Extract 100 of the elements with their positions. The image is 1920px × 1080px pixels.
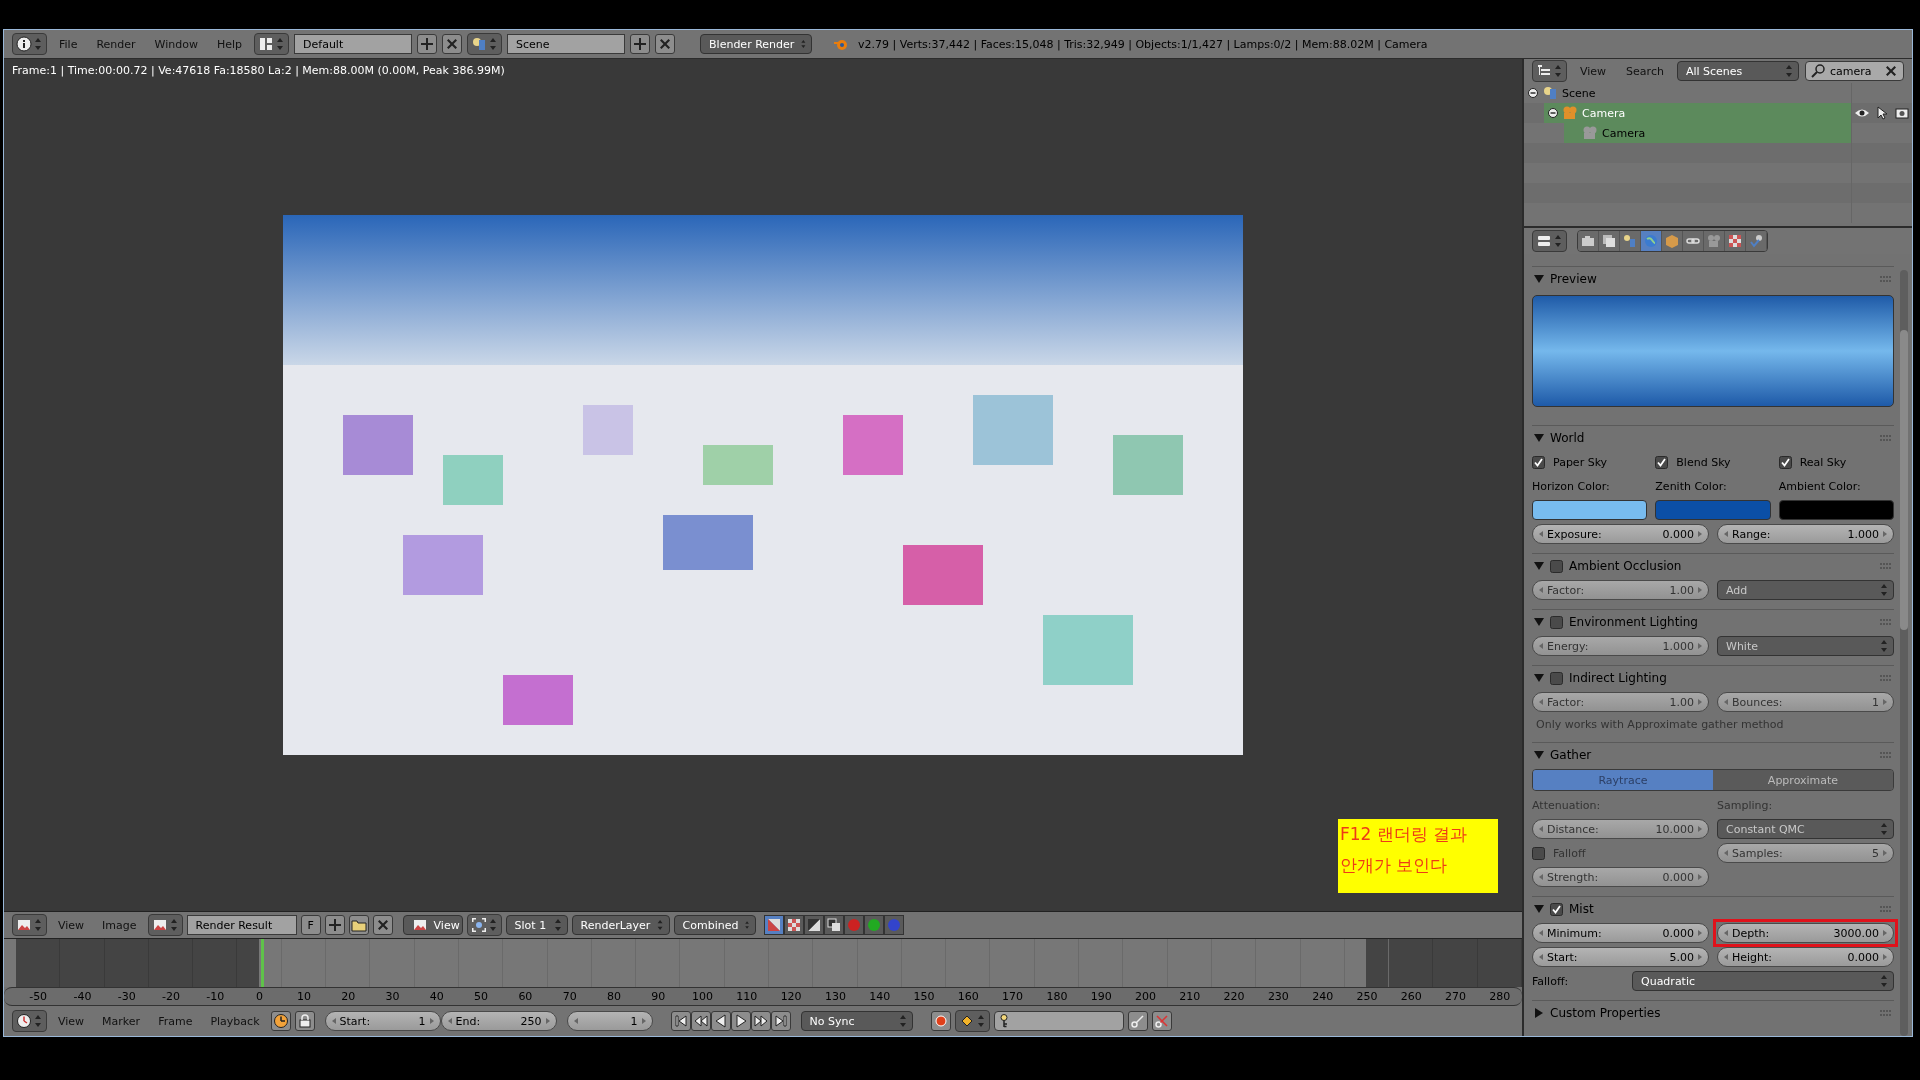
keying-set-field[interactable] [993,1011,1124,1031]
dropdown[interactable]: Constant QMC [1717,819,1894,839]
scrollbar-thumb[interactable] [1900,330,1908,630]
display-mode-button[interactable] [823,915,844,935]
checked-checkbox-icon[interactable] [1550,902,1563,916]
playback-button[interactable] [750,1011,771,1031]
menu-item[interactable]: Help [209,37,250,51]
number-field[interactable]: Start: 5.00 [1532,947,1709,967]
number-field[interactable]: Range: 1.000 [1717,524,1894,544]
properties-tab[interactable] [1662,231,1683,251]
tree-item[interactable]: Camera [1564,123,1851,143]
view-dropdown[interactable]: View [402,915,463,935]
editor-type-button[interactable] [147,914,183,936]
number-field[interactable]: Minimum: 0.000 [1532,923,1709,943]
open-image-button[interactable] [348,915,369,935]
number-field[interactable]: Energy: 1.000 [1532,636,1709,656]
disclosure-triangle-icon[interactable] [1534,617,1544,627]
number-field[interactable]: Exposure: 0.000 [1532,524,1709,544]
slot-dropdown[interactable]: Slot 1 [505,915,568,935]
display-mode-button[interactable] [763,915,784,935]
disclosure-triangle-icon[interactable] [1534,433,1544,443]
collapse-icon[interactable] [1528,88,1538,98]
properties-tab[interactable] [1746,231,1767,251]
playback-button[interactable] [690,1011,711,1031]
display-mode-button[interactable] [803,915,824,935]
properties-tab[interactable] [1620,231,1641,251]
properties-tab[interactable] [1641,231,1662,251]
playback-button[interactable] [670,1011,691,1031]
fake-user-button[interactable]: F [300,915,321,935]
disclosure-triangle-icon[interactable] [1534,561,1544,571]
color-swatch[interactable] [1778,500,1894,520]
editor-type-button[interactable] [1532,230,1567,252]
color-swatch[interactable] [1655,500,1771,520]
editor-type-button[interactable] [466,914,502,936]
menu-item[interactable]: File [52,37,85,51]
dropdown[interactable]: White [1717,636,1894,656]
number-field[interactable]: Height: 0.000 [1717,947,1894,967]
insert-key-button[interactable] [1127,1011,1148,1031]
menu-item[interactable]: Window [147,37,205,51]
preview-range-button[interactable] [270,1011,291,1031]
render-engine-dropdown[interactable]: Blender Render [700,34,813,54]
dropdown[interactable]: Add [1717,580,1894,600]
editor-type-button[interactable] [12,33,47,55]
properties-tab[interactable] [1725,231,1746,251]
collapse-icon[interactable] [1548,108,1558,118]
display-mode-dropdown[interactable]: All Scenes [1676,61,1799,81]
add-button[interactable] [417,34,438,54]
render-layer-dropdown[interactable]: RenderLayer [571,915,670,935]
layout-field[interactable]: Default [294,34,413,54]
new-image-button[interactable] [324,915,345,935]
delete-key-button[interactable] [1151,1011,1172,1031]
menu-item[interactable]: Frame [151,1014,200,1028]
toggle-option[interactable]: Approximate [1713,770,1893,790]
playback-button[interactable] [730,1011,751,1031]
number-field[interactable]: Distance: 10.000 [1532,819,1709,839]
checked-checkbox-icon[interactable] [1655,455,1669,469]
number-field[interactable]: Start: 1 [324,1011,441,1031]
timeline-track[interactable] [4,938,1522,987]
number-field[interactable]: End: 250 [440,1011,557,1031]
lock-button[interactable] [294,1011,315,1031]
editor-type-button[interactable] [1532,60,1567,82]
properties-tab[interactable] [1704,231,1725,251]
disclosure-triangle-icon[interactable] [1534,673,1544,683]
add-button[interactable] [630,34,651,54]
checkbox-icon[interactable] [1532,846,1545,860]
dropdown[interactable]: Quadratic [1632,971,1894,991]
tree-item[interactable]: Camera [1544,103,1851,123]
menu-item[interactable]: View [51,1014,92,1028]
menu-item[interactable]: View [1573,64,1614,78]
number-field[interactable]: Samples: 5 [1717,843,1894,863]
checked-checkbox-icon[interactable] [1532,455,1545,469]
tree-item[interactable]: Scene [1524,83,1851,103]
playback-button[interactable] [770,1011,791,1031]
menu-item[interactable]: Image [95,918,144,932]
delete-button[interactable] [655,34,676,54]
number-field[interactable]: Factor: 1.00 [1532,580,1709,600]
record-button[interactable] [930,1011,951,1031]
keying-set-button[interactable] [954,1010,990,1032]
editor-type-button[interactable] [467,33,503,55]
properties-tab[interactable] [1599,231,1620,251]
editor-type-button[interactable] [12,914,47,936]
disclosure-triangle-icon[interactable] [1534,750,1544,760]
disclosure-triangle-icon[interactable] [1534,904,1544,914]
editor-type-button[interactable] [12,1010,47,1032]
menu-item[interactable]: Marker [95,1014,148,1028]
display-mode-button[interactable] [783,915,804,935]
disclosure-triangle-icon[interactable] [1534,274,1544,284]
checkbox-icon[interactable] [1550,671,1563,685]
number-field[interactable]: 1 [566,1011,653,1031]
disclosure-triangle-icon[interactable] [1534,1008,1544,1018]
editor-type-button[interactable] [254,33,290,55]
menu-item[interactable]: Search [1619,64,1671,78]
color-swatch[interactable] [1532,500,1648,520]
menu-item[interactable]: Playback [203,1014,267,1028]
properties-tab[interactable] [1683,231,1704,251]
unlink-button[interactable] [372,915,393,935]
number-field[interactable]: Strength: 0.000 [1532,867,1709,887]
number-field[interactable]: Factor: 1.00 [1532,692,1709,712]
image-name-field[interactable]: Render Result [186,915,297,935]
scene-field[interactable]: Scene [507,34,626,54]
